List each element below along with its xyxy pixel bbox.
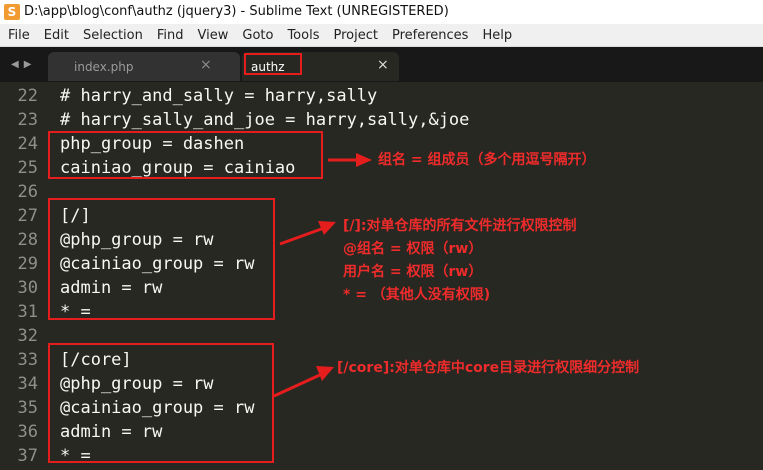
window-title: D:\app\blog\conf\authz (jquery3) - Subli… (24, 4, 449, 19)
annotation-root-note-4: * = （其他人没有权限) (343, 287, 491, 303)
line-number: 37 (17, 446, 38, 466)
menu-file[interactable]: File (0, 28, 37, 43)
annotation-core-note: [/core]:对单仓库中core目录进行权限细分控制 (337, 360, 640, 376)
menu-bar: File Edit Selection Find View Goto Tools… (0, 24, 763, 47)
line-number: 22 (17, 86, 38, 106)
annotation-box-core-section (48, 343, 274, 463)
annotation-arrow-icon (279, 221, 336, 246)
line-number: 26 (17, 182, 38, 202)
line-number: 27 (17, 206, 38, 226)
line-number: 35 (17, 398, 38, 418)
line-number: 29 (17, 254, 38, 274)
annotation-box-root-section (48, 198, 275, 320)
menu-goto[interactable]: Goto (235, 28, 280, 43)
annotation-arrow-icon (328, 153, 372, 167)
line-number: 25 (17, 158, 38, 178)
title-bar: S D:\app\blog\conf\authz (jquery3) - Sub… (0, 0, 763, 25)
annotation-root-note-1: [/]:对单仓库的所有文件进行权限控制 (343, 218, 577, 234)
line-number: 33 (17, 350, 38, 370)
line-number: 34 (17, 374, 38, 394)
line-number: 36 (17, 422, 38, 442)
annotation-groups-note: 组名 = 组成员（多个用逗号隔开） (378, 152, 596, 168)
menu-selection[interactable]: Selection (76, 28, 150, 43)
line-number: 28 (17, 230, 38, 250)
line-number: 30 (17, 278, 38, 298)
line-number: 32 (17, 326, 38, 346)
annotation-root-note-3: 用户名 = 权限（rw） (343, 264, 483, 280)
tab-label: index.php (74, 60, 134, 74)
sublime-text-icon: S (4, 4, 20, 20)
close-icon[interactable]: × (377, 57, 389, 73)
menu-preferences[interactable]: Preferences (385, 28, 475, 43)
close-icon[interactable]: × (200, 57, 212, 73)
line-number: 31 (17, 302, 38, 322)
code-line: # harry_sally_and_joe = harry,sally,&joe (60, 110, 470, 130)
tab-highlight-box (244, 53, 302, 75)
annotation-root-note-2: @组名 = 权限（rw） (343, 241, 483, 257)
menu-view[interactable]: View (191, 28, 236, 43)
menu-help[interactable]: Help (475, 28, 519, 43)
line-number: 23 (17, 110, 38, 130)
code-line: # harry_and_sally = harry,sally (60, 86, 378, 106)
tab-bar: ◀▶ index.php × authz × (0, 47, 763, 82)
menu-project[interactable]: Project (326, 28, 384, 43)
menu-find[interactable]: Find (150, 28, 191, 43)
line-number: 24 (17, 134, 38, 154)
tab-index-php[interactable]: index.php × (48, 52, 240, 81)
menu-tools[interactable]: Tools (280, 28, 326, 43)
tab-nav-arrows-icon[interactable]: ◀▶ (11, 59, 36, 70)
menu-edit[interactable]: Edit (37, 28, 76, 43)
annotation-box-groups (48, 131, 323, 179)
annotation-arrow-icon (273, 366, 334, 398)
